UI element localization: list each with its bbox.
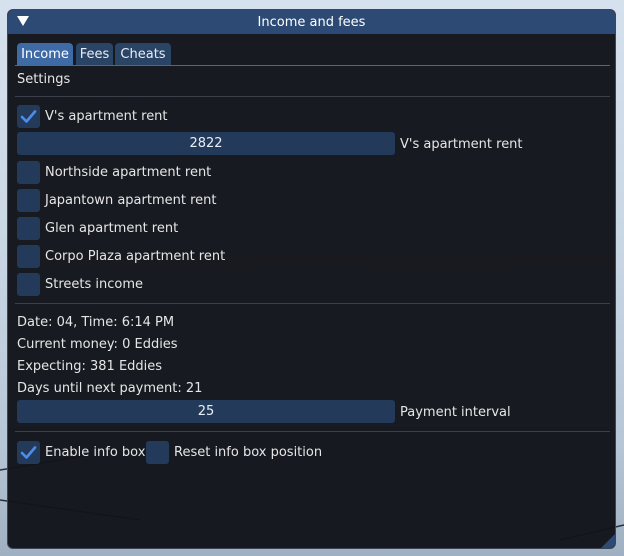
income-and-fees-window: Income and fees Income Fees Cheats Setti… xyxy=(7,9,616,549)
separator xyxy=(15,96,610,97)
vs-apartment-rent-checkbox[interactable] xyxy=(17,105,40,128)
enable-info-box-label: Enable info box xyxy=(45,445,146,460)
settings-header: Settings xyxy=(17,72,71,87)
japantown-apartment-rent-label: Japantown apartment rent xyxy=(45,193,217,208)
expecting-text: Expecting: 381 Eddies xyxy=(17,359,163,374)
northside-apartment-rent-checkbox[interactable] xyxy=(17,161,40,184)
checkmark-icon xyxy=(20,110,37,123)
glen-apartment-rent-label: Glen apartment rent xyxy=(45,221,179,236)
tab-income[interactable]: Income xyxy=(17,43,73,65)
corpo-plaza-apartment-rent-label: Corpo Plaza apartment rent xyxy=(45,249,226,264)
tab-bar: Income Fees Cheats xyxy=(15,43,610,66)
streets-income-label: Streets income xyxy=(45,277,144,292)
date-time-text: Date: 04, Time: 6:14 PM xyxy=(17,315,175,330)
japantown-apartment-rent-checkbox[interactable] xyxy=(17,189,40,212)
days-until-payment-text: Days until next payment: 21 xyxy=(17,381,203,396)
rent-slider-label: V's apartment rent xyxy=(400,137,523,152)
separator xyxy=(15,431,610,432)
payment-interval-slider[interactable]: 25 xyxy=(17,400,395,423)
resize-grip-icon[interactable] xyxy=(601,534,615,548)
enable-info-box-checkbox[interactable] xyxy=(17,441,40,464)
vs-apartment-rent-label: V's apartment rent xyxy=(45,109,168,124)
separator xyxy=(15,303,610,304)
reset-info-box-position-checkbox[interactable] xyxy=(146,441,169,464)
streets-income-checkbox[interactable] xyxy=(17,273,40,296)
northside-apartment-rent-label: Northside apartment rent xyxy=(45,165,212,180)
tab-cheats[interactable]: Cheats xyxy=(115,43,171,65)
payment-interval-label: Payment interval xyxy=(400,405,511,420)
checkmark-icon xyxy=(20,446,37,459)
window-titlebar[interactable]: Income and fees xyxy=(8,10,615,34)
corpo-plaza-apartment-rent-checkbox[interactable] xyxy=(17,245,40,268)
tab-fees[interactable]: Fees xyxy=(76,43,113,65)
vs-apartment-rent-slider[interactable]: 2822 xyxy=(17,132,395,155)
reset-info-box-position-label: Reset info box position xyxy=(174,445,323,460)
window-title: Income and fees xyxy=(257,14,366,30)
collapse-triangle-icon[interactable] xyxy=(17,16,29,26)
current-money-text: Current money: 0 Eddies xyxy=(17,337,178,352)
glen-apartment-rent-checkbox[interactable] xyxy=(17,217,40,240)
